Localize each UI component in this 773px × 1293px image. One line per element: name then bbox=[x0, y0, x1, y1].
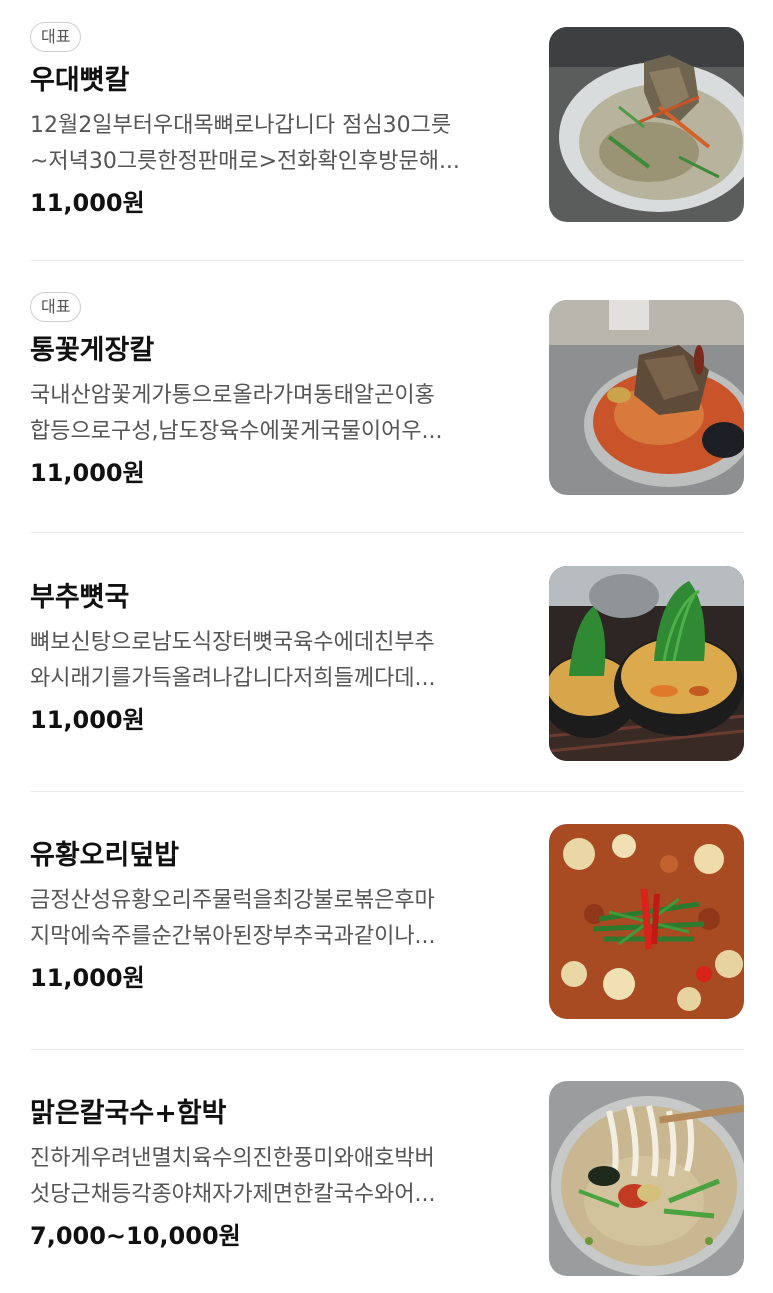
menu-item-text: 부추뼛국 뼈보신탕으로남도식장터뼛국육수에데친부추 와시래기를가득올려나갑니다저… bbox=[30, 581, 530, 735]
description-line: 금정산성유황오리주물럭을최강불로볶은후마 bbox=[30, 888, 435, 913]
food-photo-illustration bbox=[549, 824, 744, 1019]
menu-item-name: 우대뼛칼 bbox=[30, 65, 130, 96]
menu-item-price: 11,000원 bbox=[30, 964, 145, 992]
menu-item-photo[interactable] bbox=[549, 300, 744, 495]
divider bbox=[30, 260, 744, 261]
description-line: 12월2일부터우대목뼈로나갑니다 점심30그릇 bbox=[30, 113, 452, 138]
menu-item-name: 맑은칼국수+함박 bbox=[30, 1098, 227, 1129]
menu-item-yuhwang-ori-deopbap[interactable]: 유황오리덮밥 금정산성유황오리주물럭을최강불로볶은후마 지막에숙주를순간볶아된장… bbox=[0, 792, 773, 1050]
menu-list: 대표 우대뼛칼 12월2일부터우대목뼈로나갑니다 점심30그릇 ~저녁30그릇한… bbox=[0, 0, 773, 1293]
description-line: 뼈보신탕으로남도식장터뼛국육수에데친부추 bbox=[30, 630, 435, 655]
menu-item-name: 통꽃게장칼 bbox=[30, 335, 155, 366]
menu-item-price: 11,000원 bbox=[30, 189, 145, 217]
menu-item-udae-ppyeokal[interactable]: 대표 우대뼛칼 12월2일부터우대목뼈로나갑니다 점심30그릇 ~저녁30그릇한… bbox=[0, 0, 773, 262]
menu-item-photo[interactable] bbox=[549, 566, 744, 761]
menu-item-text: 유황오리덮밥 금정산성유황오리주물럭을최강불로볶은후마 지막에숙주를순간볶아된장… bbox=[30, 839, 530, 993]
menu-item-malgeun-kalguksu-hambak[interactable]: 맑은칼국수+함박 진하게우려낸멸치육수의진한풍미와애호박버 섯당근채등각종야채자… bbox=[0, 1050, 773, 1293]
menu-item-text: 대표 통꽃게장칼 국내산암꽃게가통으로올라가며동태알곤이홍 합등으로구성,남도장… bbox=[30, 292, 530, 488]
menu-item-photo[interactable] bbox=[549, 1081, 744, 1276]
description-line: 합등으로구성,남도장육수에꽃게국물이어우... bbox=[30, 419, 443, 444]
description-line: 섯당근채등각종야채자가제면한칼국수와어... bbox=[30, 1182, 436, 1207]
description-line: 국내산암꽃게가통으로올라가며동태알곤이홍 bbox=[30, 383, 435, 408]
description-line: ~저녁30그릇한정판매로>전화확인후방문해... bbox=[30, 149, 460, 174]
food-photo-illustration bbox=[549, 27, 744, 222]
menu-item-buchu-ppyeokguk[interactable]: 부추뼛국 뼈보신탕으로남도식장터뼛국육수에데친부추 와시래기를가득올려나갑니다저… bbox=[0, 534, 773, 792]
menu-item-description: 12월2일부터우대목뼈로나갑니다 점심30그릇 ~저녁30그릇한정판매로>전화확… bbox=[30, 108, 530, 180]
signature-badge: 대표 bbox=[30, 292, 82, 322]
menu-item-name: 유황오리덮밥 bbox=[30, 840, 180, 871]
menu-item-text: 맑은칼국수+함박 진하게우려낸멸치육수의진한풍미와애호박버 섯당근채등각종야채자… bbox=[30, 1097, 530, 1251]
menu-item-description: 국내산암꽃게가통으로올라가며동태알곤이홍 합등으로구성,남도장육수에꽃게국물이어… bbox=[30, 378, 530, 450]
menu-item-description: 진하게우려낸멸치육수의진한풍미와애호박버 섯당근채등각종야채자가제면한칼국수와어… bbox=[30, 1141, 530, 1213]
menu-item-price: 7,000~10,000원 bbox=[30, 1222, 241, 1250]
description-line: 지막에숙주를순간볶아된장부추국과같이나... bbox=[30, 924, 436, 949]
menu-item-text: 대표 우대뼛칼 12월2일부터우대목뼈로나갑니다 점심30그릇 ~저녁30그릇한… bbox=[30, 22, 530, 218]
menu-item-description: 뼈보신탕으로남도식장터뼛국육수에데친부추 와시래기를가득올려나갑니다저희들께다데… bbox=[30, 625, 530, 697]
divider bbox=[30, 532, 744, 533]
food-photo-illustration bbox=[549, 1081, 744, 1276]
menu-item-tong-kkotge-jangkal[interactable]: 대표 통꽃게장칼 국내산암꽃게가통으로올라가며동태알곤이홍 합등으로구성,남도장… bbox=[0, 262, 773, 534]
description-line: 와시래기를가득올려나갑니다저희들께다데... bbox=[30, 666, 436, 691]
signature-badge: 대표 bbox=[30, 22, 82, 52]
food-photo-illustration bbox=[549, 300, 744, 495]
menu-item-photo[interactable] bbox=[549, 824, 744, 1019]
menu-item-photo[interactable] bbox=[549, 27, 744, 222]
menu-item-name: 부추뼛국 bbox=[30, 582, 130, 613]
menu-item-price: 11,000원 bbox=[30, 706, 145, 734]
description-line: 진하게우려낸멸치육수의진한풍미와애호박버 bbox=[30, 1146, 435, 1171]
food-photo-illustration bbox=[549, 566, 744, 761]
menu-item-description: 금정산성유황오리주물럭을최강불로볶은후마 지막에숙주를순간볶아된장부추국과같이나… bbox=[30, 883, 530, 955]
menu-item-price: 11,000원 bbox=[30, 459, 145, 487]
